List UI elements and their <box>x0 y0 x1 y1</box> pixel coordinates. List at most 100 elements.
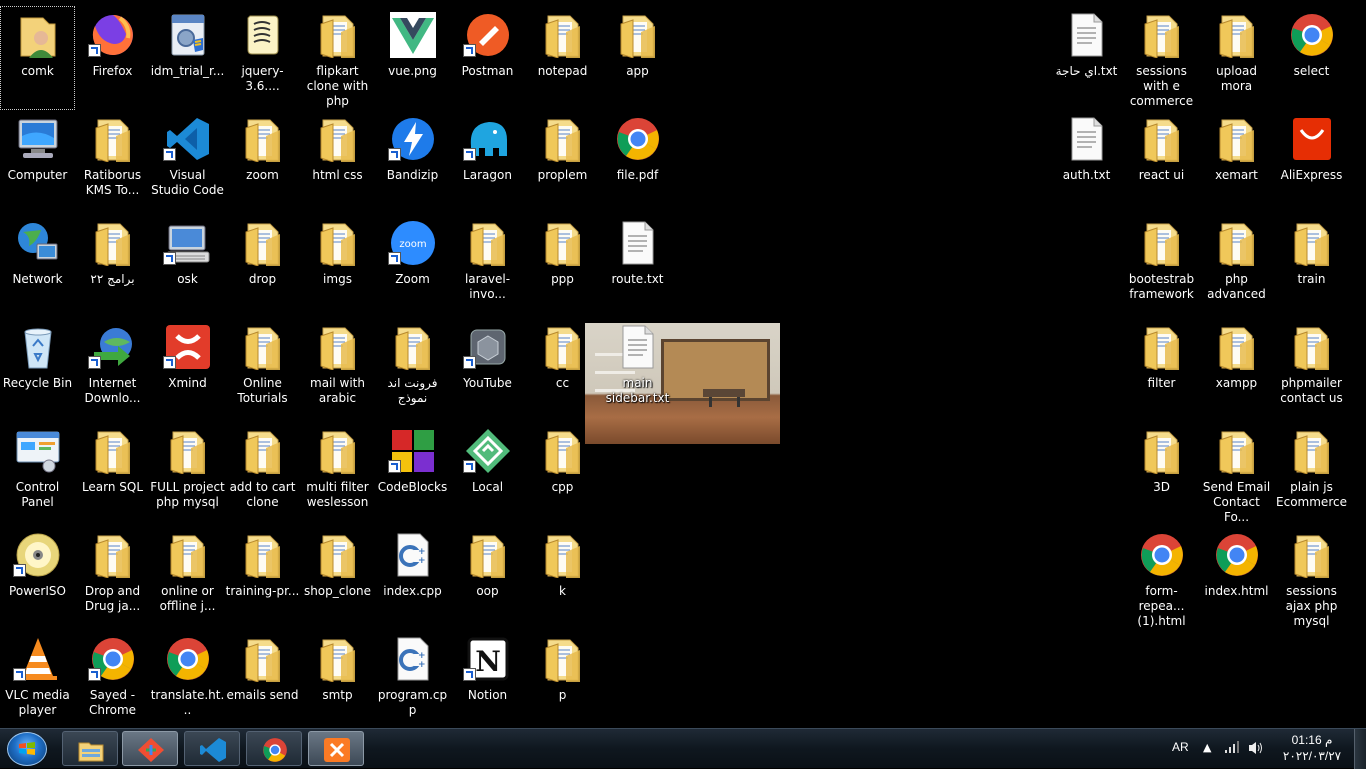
desktop-icon[interactable]: Postman <box>450 6 525 110</box>
desktop-icon[interactable]: react ui <box>1124 110 1199 214</box>
desktop-icon[interactable]: sessions with e commerce <box>1124 6 1199 110</box>
desktop-icon[interactable]: Online Toturials <box>225 318 300 422</box>
shortcut-arrow-icon <box>163 252 176 265</box>
desktop-icon[interactable]: online or offline j... <box>150 526 225 630</box>
desktop-icon[interactable]: Drop and Drug ja... <box>75 526 150 630</box>
language-indicator[interactable]: AR <box>1172 740 1189 754</box>
desktop-icon[interactable]: p <box>525 630 600 734</box>
desktop-icon[interactable]: Local <box>450 422 525 526</box>
desktop-icon[interactable]: bootestrab framework <box>1124 214 1199 318</box>
desktop-icon[interactable]: laravel-invo... <box>450 214 525 318</box>
desktop-icon[interactable]: اي حاجة.txt <box>1049 6 1124 110</box>
desktop-icon[interactable]: Xmind <box>150 318 225 422</box>
desktop-icon[interactable]: Computer <box>0 110 75 214</box>
desktop-icon[interactable]: zoom <box>225 110 300 214</box>
folder-icon <box>1214 12 1260 58</box>
desktop-icon[interactable]: Internet Downlo... <box>75 318 150 422</box>
desktop-icon[interactable]: osk <box>150 214 225 318</box>
shortcut-arrow-icon <box>88 356 101 369</box>
desktop-icon[interactable]: Control Panel <box>0 422 75 526</box>
desktop-icon[interactable]: Send Email Contact Fo... <box>1199 422 1274 526</box>
desktop-icon[interactable]: sessions ajax php mysql <box>1274 526 1349 630</box>
desktop-icon[interactable]: form-repea... (1).html <box>1124 526 1199 630</box>
desktop-icon[interactable]: main sidebar.txt <box>600 318 675 422</box>
taskbar-chrome-button[interactable] <box>246 731 302 766</box>
network-signal-icon[interactable] <box>1225 741 1239 756</box>
desktop-icon[interactable]: + + program.cpp <box>375 630 450 734</box>
desktop-icon[interactable]: translate.ht... <box>150 630 225 734</box>
desktop-icon[interactable]: drop <box>225 214 300 318</box>
desktop-icon[interactable]: emails send <box>225 630 300 734</box>
desktop-icon[interactable]: vue.png <box>375 6 450 110</box>
desktop-icon[interactable]: file.pdf <box>600 110 675 214</box>
desktop-icon[interactable]: oop <box>450 526 525 630</box>
desktop-icon[interactable]: add to cart clone <box>225 422 300 526</box>
desktop-icon[interactable]: route.txt <box>600 214 675 318</box>
desktop-icon[interactable]: auth.txt <box>1049 110 1124 214</box>
desktop-icon[interactable]: YouTube <box>450 318 525 422</box>
desktop-icon[interactable]: mail with arabic <box>300 318 375 422</box>
taskbar-xampp-button[interactable] <box>308 731 364 766</box>
desktop-icon[interactable]: Network <box>0 214 75 318</box>
desktop-icon[interactable]: Visual Studio Code <box>150 110 225 214</box>
desktop-icon[interactable]: N Notion <box>450 630 525 734</box>
desktop-icon[interactable]: Recycle Bin <box>0 318 75 422</box>
desktop-icon[interactable]: PowerISO <box>0 526 75 630</box>
desktop-icon[interactable]: Laragon <box>450 110 525 214</box>
desktop-icon[interactable]: train <box>1274 214 1349 318</box>
folder-icon <box>540 428 586 474</box>
show-desktop-button[interactable] <box>1354 729 1366 769</box>
folder-icon <box>1214 428 1260 474</box>
desktop-icon[interactable]: comk <box>0 6 75 110</box>
desktop-icon[interactable]: app <box>600 6 675 110</box>
desktop-icon[interactable]: notepad <box>525 6 600 110</box>
desktop-icon[interactable]: flipkart clone with php <box>300 6 375 110</box>
desktop-icon[interactable]: php advanced <box>1199 214 1274 318</box>
desktop-icon[interactable]: phpmailer contact us <box>1274 318 1349 422</box>
volume-icon[interactable] <box>1248 741 1264 758</box>
desktop-icon[interactable]: imgs <box>300 214 375 318</box>
desktop-icon[interactable]: select <box>1274 6 1349 110</box>
desktop-icon[interactable]: filter <box>1124 318 1199 422</box>
taskbar-git-app-button[interactable] <box>122 731 178 766</box>
desktop-icon-label: Firefox <box>92 64 133 78</box>
clock[interactable]: 01:16 م ٢٠٢٢/٠٣/٢٧ <box>1276 732 1348 764</box>
desktop-icon[interactable]: FULL project php mysql <box>150 422 225 526</box>
desktop-icon[interactable]: Sayed - Chrome <box>75 630 150 734</box>
desktop-icon[interactable]: ppp <box>525 214 600 318</box>
desktop-icon-label: zoom <box>246 168 279 182</box>
desktop-icon[interactable]: VLC media player <box>0 630 75 734</box>
desktop-icon[interactable]: Learn SQL <box>75 422 150 526</box>
desktop-icon[interactable]: xampp <box>1199 318 1274 422</box>
desktop-icon[interactable]: 3D <box>1124 422 1199 526</box>
desktop-icon[interactable]: shop_clone <box>300 526 375 630</box>
taskbar-explorer-button[interactable] <box>62 731 118 766</box>
show-hidden-icons-icon[interactable]: ▲ <box>1203 741 1211 754</box>
desktop-icon[interactable]: proplem <box>525 110 600 214</box>
desktop-icon[interactable]: jquery-3.6.... <box>225 6 300 110</box>
desktop-icon[interactable]: plain js Ecommerce <box>1274 422 1349 526</box>
desktop-icon[interactable]: AliExpress <box>1274 110 1349 214</box>
start-button[interactable] <box>7 732 47 766</box>
desktop-icon[interactable]: Ratiborus KMS To... <box>75 110 150 214</box>
desktop-icon-label: Visual Studio Code <box>151 168 224 197</box>
desktop-icon[interactable]: فرونت اند نموذج <box>375 318 450 422</box>
desktop-icon[interactable]: idm_trial_r... <box>150 6 225 110</box>
desktop-icon[interactable]: zoom Zoom <box>375 214 450 318</box>
desktop-icon[interactable]: training-pr... <box>225 526 300 630</box>
desktop-icon[interactable]: upload mora <box>1199 6 1274 110</box>
desktop-icon-label: php advanced <box>1207 272 1266 301</box>
desktop-icon[interactable]: index.html <box>1199 526 1274 630</box>
desktop-icon[interactable]: Firefox <box>75 6 150 110</box>
taskbar-vscode-button[interactable] <box>184 731 240 766</box>
desktop-icon[interactable]: xemart <box>1199 110 1274 214</box>
desktop-icon[interactable]: multi filter weslesson <box>300 422 375 526</box>
desktop-icon[interactable]: html css <box>300 110 375 214</box>
desktop-icon[interactable]: Bandizip <box>375 110 450 214</box>
desktop-icon[interactable]: برامج ٢٢ <box>75 214 150 318</box>
desktop-icon[interactable]: + + index.cpp <box>375 526 450 630</box>
desktop-icon[interactable]: CodeBlocks <box>375 422 450 526</box>
desktop-icon-label: Learn SQL <box>81 480 144 494</box>
desktop-icon[interactable]: smtp <box>300 630 375 734</box>
desktop-icon[interactable]: k <box>525 526 600 630</box>
